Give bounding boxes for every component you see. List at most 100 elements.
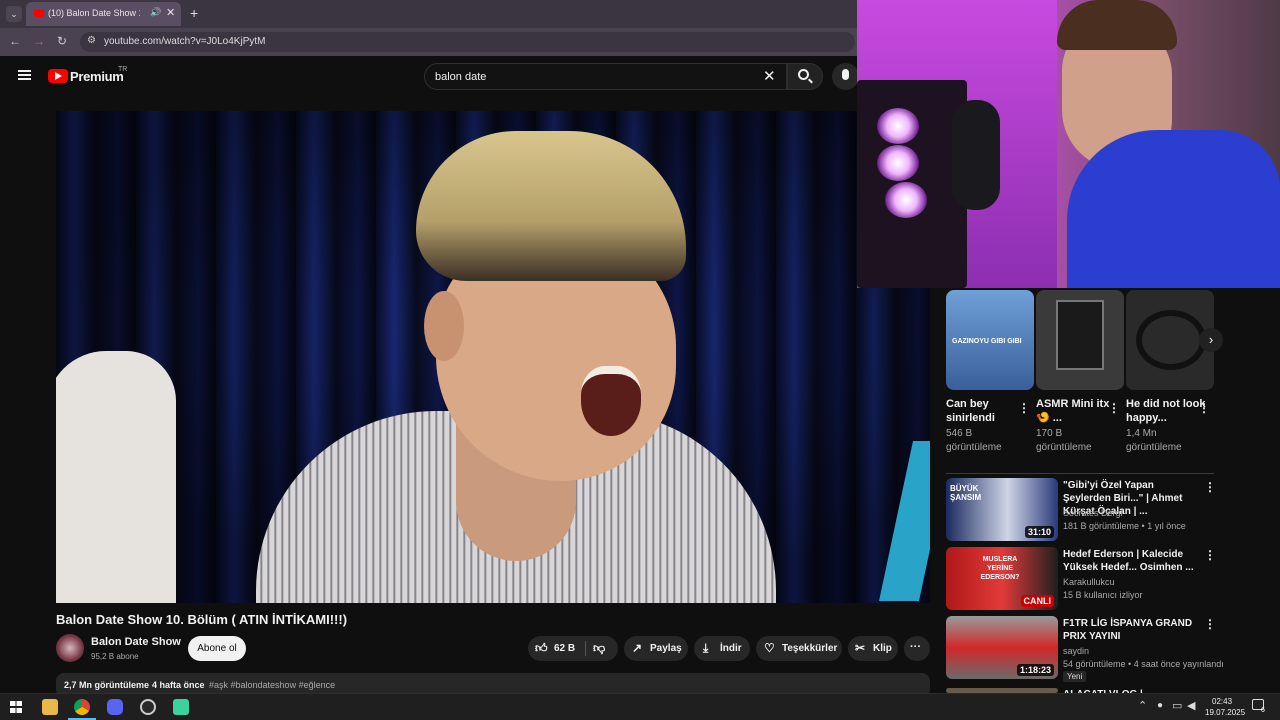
short-title-2[interactable]: ASMR Mini itx 🍤 ... bbox=[1036, 397, 1116, 425]
related-channel-1[interactable]: Socrates Dergi bbox=[1063, 508, 1123, 518]
shorts-next-button[interactable]: › bbox=[1199, 328, 1223, 352]
related-meta-3: 54 görüntüleme • 4 saat önce yayınlandı bbox=[1063, 659, 1224, 669]
tray-chevron-icon[interactable]: ⌃ bbox=[1138, 699, 1147, 712]
youtube-play-icon bbox=[48, 69, 68, 83]
upload-age: 4 hafta önce bbox=[152, 680, 205, 690]
related-title-2[interactable]: Hedef Ederson | Kalecide Yüksek Hedef...… bbox=[1063, 548, 1201, 574]
subscriber-count: 95,2 B abone bbox=[91, 652, 139, 661]
tab-list-icon[interactable]: ⌄ bbox=[6, 6, 22, 22]
tab-title: (10) Balon Date Show 10. Bölüm bbox=[48, 8, 140, 18]
voice-search-button[interactable] bbox=[832, 63, 859, 90]
related-channel-2[interactable]: Karakullukcu bbox=[1063, 577, 1115, 587]
volume-icon[interactable]: ◀ bbox=[1187, 699, 1195, 712]
discord-icon[interactable] bbox=[107, 699, 123, 715]
live-badge: CANLI bbox=[1020, 595, 1054, 607]
youtube-logo[interactable]: Premium TR bbox=[48, 66, 138, 86]
short-views-2: 170 B görüntüleme bbox=[1036, 428, 1092, 453]
related-channel-3[interactable]: saydin bbox=[1063, 646, 1089, 656]
clock-date[interactable]: 19.07.2025 bbox=[1205, 708, 1245, 717]
app-icon[interactable] bbox=[173, 699, 189, 715]
related-meta-1: 181 B görüntüleme • 1 yıl önce bbox=[1063, 521, 1186, 531]
search-button[interactable] bbox=[787, 63, 823, 90]
duration-badge: 1:18:23 bbox=[1016, 664, 1054, 676]
search-input[interactable]: balon date bbox=[435, 71, 486, 83]
like-icon[interactable]: 👍︎ bbox=[535, 641, 548, 656]
thanks-button[interactable]: ♡ Teşekkürler bbox=[756, 636, 842, 661]
region-code: TR bbox=[118, 66, 128, 73]
video-player[interactable] bbox=[56, 111, 930, 603]
chrome-icon[interactable] bbox=[74, 699, 90, 715]
person-ear bbox=[424, 291, 464, 361]
browser-tab-active[interactable]: (10) Balon Date Show 10. Bölüm 🔊 ✕ bbox=[26, 2, 181, 26]
related-title-3[interactable]: F1TR LİG İSPANYA GRAND PRIX YAYINI bbox=[1063, 617, 1201, 643]
like-dislike-group: 👍︎ 62 B 👎︎ bbox=[528, 636, 618, 661]
site-info-icon[interactable]: ⚙ bbox=[87, 35, 96, 46]
notification-count: 6 bbox=[1261, 707, 1265, 714]
windows-taskbar: ⌃ ● ▭ ◀ 02:43 19.07.2025 6 bbox=[0, 693, 1280, 720]
related-menu-icon-2[interactable]: ⋮ bbox=[1204, 548, 1216, 562]
related-menu-icon-1[interactable]: ⋮ bbox=[1204, 480, 1216, 494]
short-thumbnail-2[interactable] bbox=[1036, 290, 1124, 390]
related-thumbnail-1[interactable]: BÜYÜK ŞANSIM 31:10 bbox=[946, 478, 1058, 541]
fan-2 bbox=[877, 145, 919, 181]
new-badge: Yeni bbox=[1063, 671, 1087, 682]
short-title-3[interactable]: He did not look happy... bbox=[1126, 397, 1206, 425]
reload-icon[interactable]: ↻ bbox=[57, 34, 67, 48]
search-box[interactable]: balon date ✕ bbox=[424, 63, 787, 90]
channel-name[interactable]: Balon Date Show bbox=[91, 636, 181, 648]
related-thumbnail-3[interactable]: 1:18:23 bbox=[946, 616, 1058, 679]
clock-time[interactable]: 02:43 bbox=[1212, 697, 1232, 706]
clip-label: Klip bbox=[873, 643, 892, 654]
related-thumbnail-2[interactable]: MUSLERA YERİNE EDERSON? CANLI bbox=[946, 547, 1058, 610]
youtube-favicon-icon bbox=[34, 9, 44, 17]
divider bbox=[946, 473, 1214, 474]
short-menu-icon-2[interactable]: ⋮ bbox=[1108, 401, 1120, 415]
thumb-text: BÜYÜK ŞANSIM bbox=[950, 484, 982, 502]
clip-button[interactable]: ✂ Klip bbox=[848, 636, 898, 661]
subscribe-button[interactable]: Abone ol bbox=[188, 636, 246, 661]
windows-start-icon[interactable] bbox=[10, 701, 22, 713]
thumb-text: MUSLERA YERİNE EDERSON? bbox=[980, 556, 1020, 581]
obs-icon[interactable] bbox=[140, 699, 156, 715]
browser-toolbar: ← → ↻ ⚙ youtube.com/watch?v=J0Lo4KjPytM bbox=[0, 28, 860, 56]
download-icon: ⤓ bbox=[703, 641, 709, 655]
short-title-1[interactable]: Can bey sinirlendi bbox=[946, 397, 1026, 425]
microphone-icon bbox=[842, 69, 849, 80]
thanks-icon: ♡ bbox=[764, 641, 775, 655]
speaker-icon[interactable]: 🔊 bbox=[150, 7, 161, 18]
short-thumbnail-1[interactable]: GAZİNOYU GİBİ GİBİ bbox=[946, 290, 1034, 390]
person-mouth bbox=[581, 366, 641, 436]
like-count[interactable]: 62 B bbox=[554, 643, 575, 654]
short-menu-icon-1[interactable]: ⋮ bbox=[1018, 401, 1030, 415]
share-label: Paylaş bbox=[650, 643, 682, 654]
fan-3 bbox=[885, 182, 927, 218]
microphone bbox=[952, 100, 1000, 210]
file-explorer-icon[interactable] bbox=[42, 699, 58, 715]
back-arrow-icon[interactable]: ← bbox=[9, 34, 21, 48]
address-bar[interactable]: ⚙ youtube.com/watch?v=J0Lo4KjPytM bbox=[80, 32, 855, 52]
hashtags[interactable]: #aşk #balondateshow #eğlence bbox=[209, 680, 335, 690]
menu-icon[interactable] bbox=[18, 70, 31, 80]
more-actions-button[interactable]: ··· bbox=[904, 636, 930, 661]
microphone-tray-icon[interactable]: ● bbox=[1157, 700, 1163, 711]
network-icon[interactable]: ▭ bbox=[1172, 699, 1182, 712]
scissors-icon: ✂ bbox=[855, 641, 866, 655]
forward-arrow-icon[interactable]: → bbox=[33, 34, 45, 48]
short-views-3: 1,4 Mn görüntüleme bbox=[1126, 428, 1182, 453]
download-button[interactable]: ⤓ İndir bbox=[694, 636, 750, 661]
view-count: 2,7 Mn görüntüleme bbox=[64, 680, 150, 690]
video-title: Balon Date Show 10. Bölüm ( ATIN İNTİKAM… bbox=[56, 612, 348, 627]
new-tab-button[interactable]: + bbox=[190, 5, 198, 21]
duration-badge: 31:10 bbox=[1024, 526, 1054, 538]
url-text: youtube.com/watch?v=J0Lo4KjPytM bbox=[104, 36, 266, 47]
share-button[interactable]: ↗ Paylaş bbox=[624, 636, 688, 661]
clear-search-icon[interactable]: ✕ bbox=[763, 67, 776, 85]
more-icon: ··· bbox=[910, 641, 921, 653]
dislike-icon[interactable]: 👎︎ bbox=[593, 641, 605, 656]
search-icon bbox=[798, 69, 809, 80]
related-menu-icon-3[interactable]: ⋮ bbox=[1204, 617, 1216, 631]
channel-avatar[interactable] bbox=[56, 634, 84, 662]
short-menu-icon-3[interactable]: ⋮ bbox=[1198, 401, 1210, 415]
short-overlay-text: GAZİNOYU GİBİ GİBİ bbox=[952, 338, 1022, 345]
close-tab-icon[interactable]: ✕ bbox=[166, 6, 175, 19]
